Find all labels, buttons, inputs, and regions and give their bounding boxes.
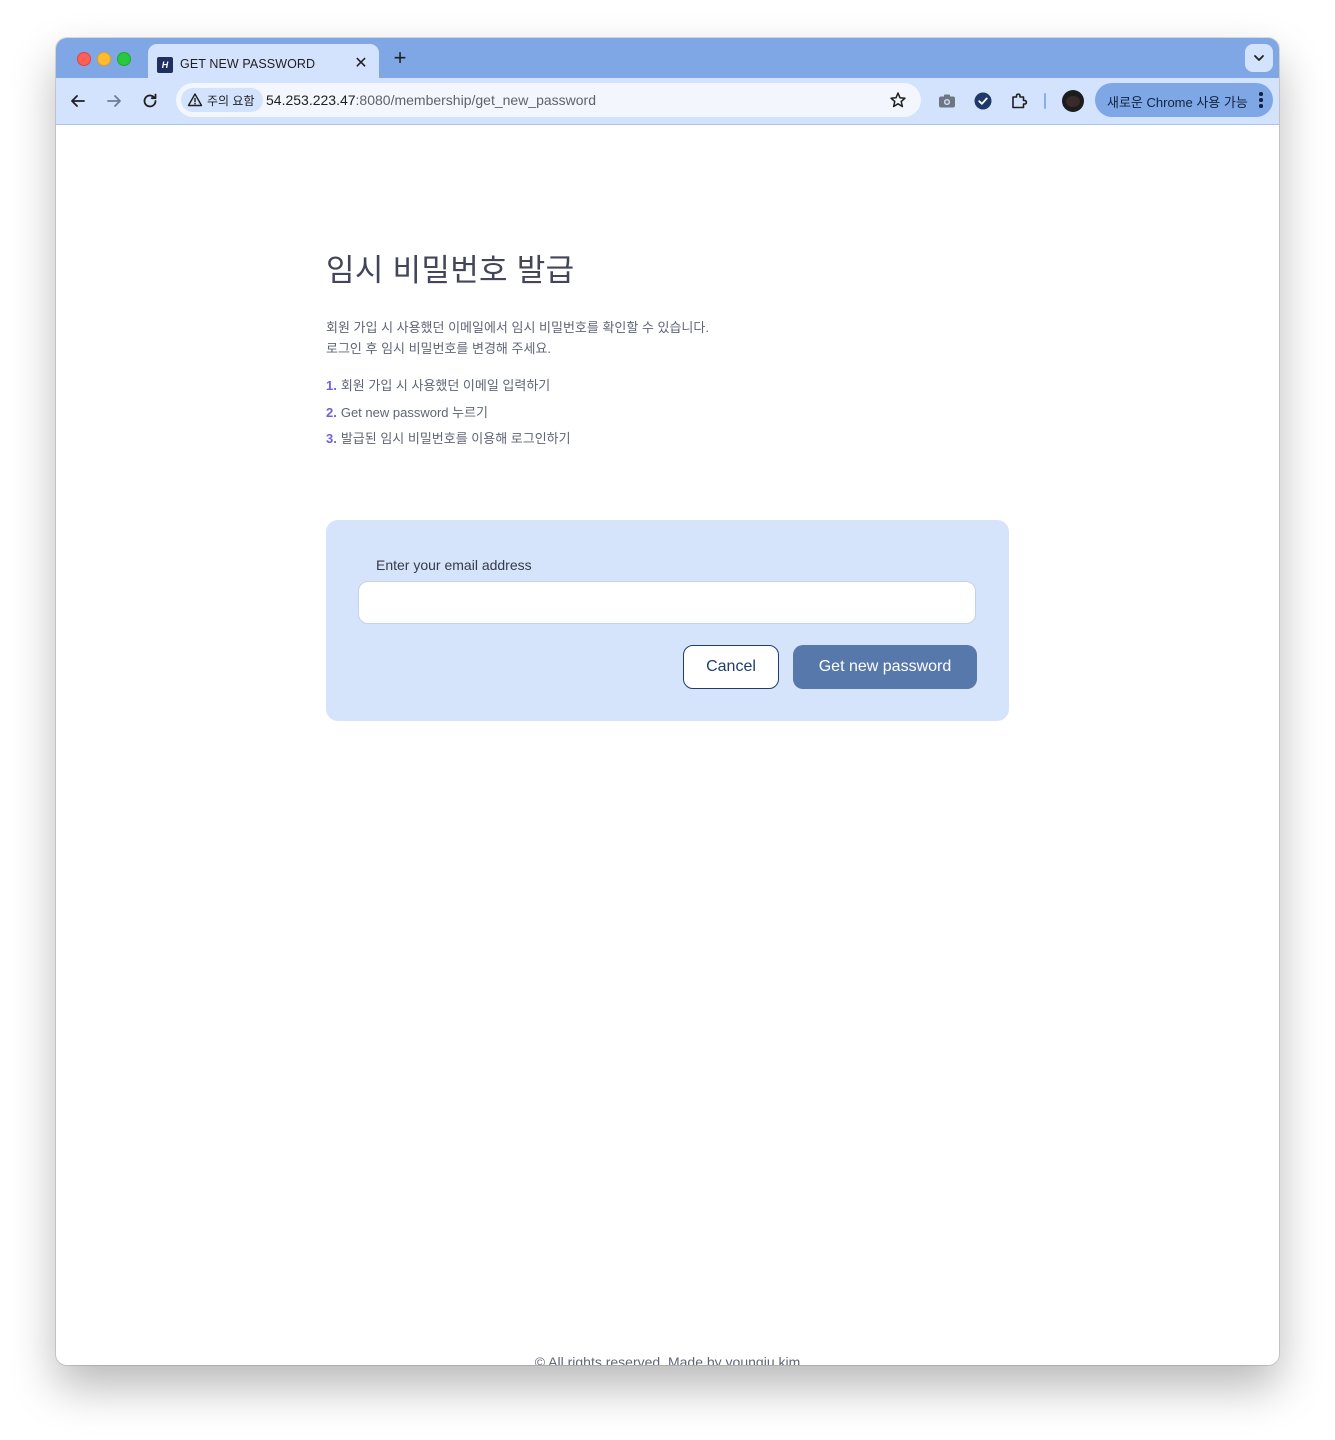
cancel-button[interactable]: Cancel bbox=[683, 645, 779, 689]
step-item: 3. 발급된 임시 비밀번호를 이용해 로그인하기 bbox=[326, 430, 571, 457]
chrome-update-label: 새로운 Chrome 사용 가능 bbox=[1107, 95, 1248, 110]
address-bar[interactable]: 주의 요함 54.253.223.47:8080/membership/get_… bbox=[176, 83, 921, 117]
steps-list: 1. 회원 가입 시 사용했던 이메일 입력하기 2. Get new passwo… bbox=[326, 377, 571, 457]
reload-button[interactable] bbox=[139, 90, 161, 112]
web-page: 임시 비밀번호 발급 회원 가입 시 사용했던 이메일에서 임시 비밀번호를 확… bbox=[56, 125, 1279, 1365]
tab-get-new-password[interactable]: H GET NEW PASSWORD ✕ bbox=[148, 44, 379, 78]
back-button[interactable] bbox=[67, 90, 89, 112]
step-text: Get new password 누르기 bbox=[340, 404, 488, 420]
checkmark-extension-button[interactable] bbox=[972, 90, 994, 112]
site-favicon-icon: H bbox=[157, 57, 173, 73]
page-description: 회원 가입 시 사용했던 이메일에서 임시 비밀번호를 확인할 수 있습니다. … bbox=[326, 317, 709, 359]
tab-strip: H GET NEW PASSWORD ✕ + bbox=[56, 38, 1279, 78]
step-item: 2. Get new password 누르기 bbox=[326, 404, 571, 431]
url-host: 54.253.223.47 bbox=[266, 92, 356, 108]
description-line: 회원 가입 시 사용했던 이메일에서 임시 비밀번호를 확인할 수 있습니다. bbox=[326, 320, 709, 335]
reload-icon bbox=[143, 93, 157, 108]
chevron-down-icon bbox=[1254, 55, 1264, 61]
new-tab-button[interactable]: + bbox=[390, 46, 410, 70]
camera-icon bbox=[939, 94, 955, 108]
screenshot-extension-button[interactable] bbox=[936, 90, 958, 112]
profile-avatar[interactable] bbox=[1062, 90, 1084, 112]
puzzle-icon bbox=[1012, 93, 1028, 109]
page-footer: © All rights reserved. Made by youngju k… bbox=[534, 1354, 801, 1365]
url-path: :8080/membership/get_new_password bbox=[355, 92, 597, 108]
step-text: 발급된 임시 비밀번호를 이용해 로그인하기 bbox=[340, 431, 571, 446]
chrome-update-button[interactable]: 새로운 Chrome 사용 가능 bbox=[1095, 83, 1273, 117]
arrow-right-icon bbox=[107, 95, 121, 107]
tab-title: GET NEW PASSWORD bbox=[180, 57, 316, 71]
minimize-window-button[interactable] bbox=[97, 52, 111, 66]
step-text: 회원 가입 시 사용했던 이메일 입력하기 bbox=[340, 378, 551, 393]
password-form-card: Enter your email address Cancel Get new … bbox=[326, 520, 1009, 721]
email-label: Enter your email address bbox=[376, 557, 532, 573]
page-title: 임시 비밀번호 발급 bbox=[326, 253, 575, 288]
browser-toolbar: 주의 요함 54.253.223.47:8080/membership/get_… bbox=[56, 78, 1279, 125]
tab-close-icon[interactable]: ✕ bbox=[352, 55, 370, 73]
url-text[interactable]: 54.253.223.47:8080/membership/get_new_pa… bbox=[266, 92, 596, 108]
security-warning-chip[interactable]: 주의 요함 bbox=[181, 88, 263, 112]
more-options-icon[interactable] bbox=[1259, 92, 1263, 108]
get-new-password-button[interactable]: Get new password bbox=[793, 645, 977, 689]
check-circle-icon bbox=[974, 92, 992, 110]
email-input[interactable] bbox=[358, 581, 976, 624]
maximize-window-button[interactable] bbox=[117, 52, 131, 66]
description-line: 로그인 후 임시 비밀번호를 변경해 주세요. bbox=[326, 341, 551, 356]
browser-window: H GET NEW PASSWORD ✕ + 주의 요함 54.253.223.… bbox=[56, 38, 1279, 1365]
bookmark-star-icon[interactable] bbox=[889, 91, 907, 109]
toolbar-divider bbox=[1044, 93, 1046, 109]
tab-search-button[interactable] bbox=[1245, 44, 1273, 72]
close-window-button[interactable] bbox=[77, 52, 91, 66]
extensions-button[interactable] bbox=[1008, 90, 1030, 112]
forward-button[interactable] bbox=[103, 90, 125, 112]
star-icon bbox=[890, 92, 906, 108]
arrow-left-icon bbox=[71, 95, 85, 107]
step-number: 3. bbox=[326, 431, 337, 446]
step-item: 1. 회원 가입 시 사용했던 이메일 입력하기 bbox=[326, 377, 571, 404]
step-number: 2. bbox=[326, 404, 337, 420]
warning-triangle-icon bbox=[187, 93, 203, 107]
step-number: 1. bbox=[326, 378, 337, 393]
security-warning-label: 주의 요함 bbox=[207, 93, 255, 108]
